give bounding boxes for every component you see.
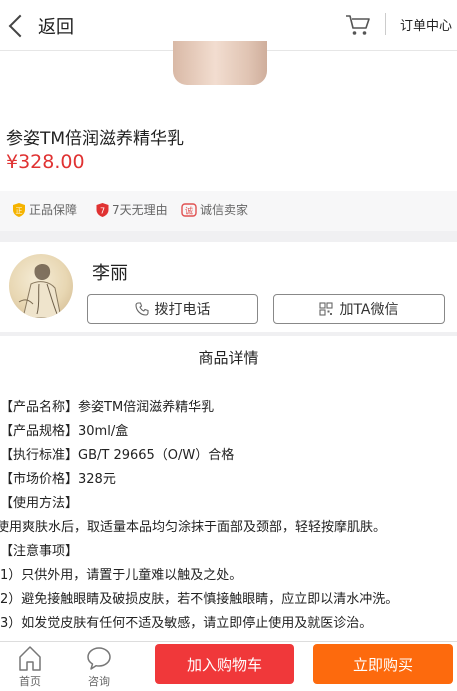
svg-text:诚: 诚 xyxy=(185,205,193,215)
chevron-left-icon xyxy=(8,14,32,38)
add-wechat-button[interactable]: 加TA微信 xyxy=(273,294,445,324)
detail-line: 1）只供外用，请置于儿童难以触及之处。 xyxy=(0,568,243,583)
call-button[interactable]: 拨打电话 xyxy=(87,294,258,324)
badge-trusted-seller: 诚 诚信卖家 xyxy=(180,201,248,218)
call-button-label: 拨打电话 xyxy=(154,302,211,318)
detail-line: 【使用方法】 xyxy=(0,496,79,511)
nav-home[interactable]: 首页 xyxy=(5,642,55,691)
chat-bubble-icon xyxy=(87,647,111,670)
credit-seal-icon: 诚 xyxy=(181,202,197,217)
badge-seven-days: 7 7天无理由 xyxy=(95,201,168,218)
product-card: 参姿TM倍润滋养精华乳 ¥328.00 xyxy=(0,41,457,191)
detail-line: 3）如发觉皮肤有任何不适及敏感，请立即停止使用及就医诊治。 xyxy=(0,616,373,631)
detail-line: 【市场价格】328元 xyxy=(0,472,116,487)
detail-line: 【产品名称】参姿TM倍润滋养精华乳 xyxy=(0,400,215,415)
avatar xyxy=(9,254,73,318)
home-icon xyxy=(19,646,41,671)
nav-consult-label: 咨询 xyxy=(88,675,110,688)
header-divider xyxy=(385,13,386,35)
svg-text:7: 7 xyxy=(100,206,105,215)
seller-card: 李丽 拨打电话 加TA微信 xyxy=(0,242,457,332)
detail-line: 【执行标准】GB/T 29665（O/W）合格 xyxy=(0,448,235,463)
nav-consult[interactable]: 咨询 xyxy=(74,642,124,691)
product-price: ¥328.00 xyxy=(6,151,85,173)
back-label: 返回 xyxy=(38,17,74,38)
product-image xyxy=(173,41,267,85)
svg-text:正: 正 xyxy=(16,207,23,215)
badge-label: 诚信卖家 xyxy=(200,203,249,217)
guarantee-badges: 正 正品保障 7 7天无理由 诚 诚信卖家 xyxy=(0,191,457,231)
badge-authentic: 正 正品保障 xyxy=(11,201,77,218)
product-details: 商品详情 【产品名称】参姿TM倍润滋养精华乳 【产品规格】30ml/盒 【执行标… xyxy=(0,336,457,641)
badge-label: 正品保障 xyxy=(29,203,78,217)
seller-name: 李丽 xyxy=(92,263,128,284)
detail-line: 【注意事项】 xyxy=(0,544,79,559)
nav-home-label: 首页 xyxy=(19,675,41,688)
details-title: 商品详情 xyxy=(198,349,259,367)
back-button[interactable]: 返回 xyxy=(6,12,74,40)
wechat-button-label: 加TA微信 xyxy=(339,302,399,318)
product-name: 参姿TM倍润滋养精华乳 xyxy=(6,129,185,149)
buy-now-button[interactable]: 立即购买 xyxy=(313,644,453,684)
add-to-cart-button[interactable]: 加入购物车 xyxy=(155,644,294,684)
phone-icon xyxy=(134,302,149,316)
detail-line: 【产品规格】30ml/盒 xyxy=(0,424,129,439)
bottom-action-bar: 首页 咨询 加入购物车 立即购买 xyxy=(0,641,457,691)
detail-line: 2）避免接触眼睛及破损皮肤，若不慎接触眼睛，应立即以清水冲洗。 xyxy=(0,592,399,607)
qr-code-icon xyxy=(319,302,334,316)
portrait-illustration xyxy=(18,264,62,318)
order-center-link[interactable]: 订单中心 xyxy=(400,15,452,34)
cart-icon[interactable] xyxy=(345,13,371,37)
badge-label: 7天无理由 xyxy=(112,203,168,217)
detail-line: 使用爽肤水后，取适量本品均匀涂抹于面部及颈部，轻轻按摩肌肤。 xyxy=(0,520,387,535)
seven-days-icon: 7 xyxy=(96,202,109,217)
shield-icon: 正 xyxy=(13,202,25,217)
